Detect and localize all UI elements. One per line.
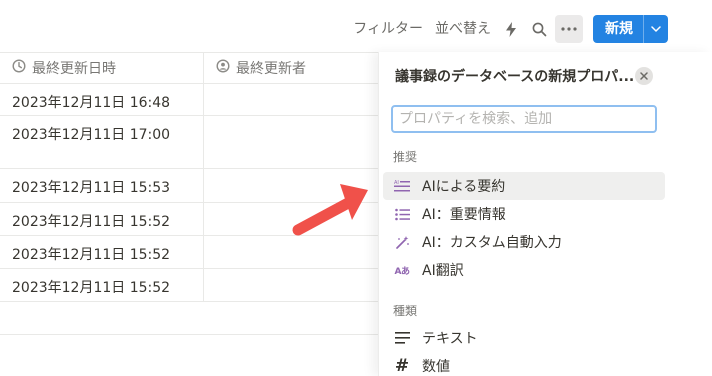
- table-row[interactable]: 2023年12月11日 15:52: [0, 269, 378, 302]
- updated-at-cell[interactable]: 2023年12月11日 15:52: [0, 203, 204, 235]
- text-lines-icon: [393, 329, 411, 347]
- search-icon[interactable]: [525, 14, 553, 44]
- table-row[interactable]: 2023年12月11日 17:00: [0, 116, 378, 169]
- updated-by-cell[interactable]: [204, 236, 378, 268]
- table-row[interactable]: 2023年12月11日 15:52: [0, 236, 378, 269]
- table-footer-divider: [0, 334, 378, 335]
- updated-by-cell[interactable]: [204, 84, 378, 115]
- lightning-icon[interactable]: [497, 14, 525, 44]
- property-option-label: AI翻訳: [422, 263, 464, 279]
- property-option-text[interactable]: テキスト: [383, 324, 665, 352]
- more-icon[interactable]: [555, 15, 583, 43]
- property-option-ai-translate[interactable]: Aあ AI翻訳: [383, 256, 665, 284]
- person-icon: [216, 59, 230, 77]
- ai-translate-icon: Aあ: [394, 266, 410, 277]
- close-icon[interactable]: [635, 67, 653, 85]
- property-option-label: AI：重要情報: [422, 207, 506, 223]
- property-option-label: 数値: [422, 359, 450, 375]
- svg-text:AI: AI: [394, 180, 399, 186]
- chevron-down-icon[interactable]: [644, 15, 668, 43]
- property-option-ai-custom-autofill[interactable]: AI：カスタム自動入力: [383, 228, 665, 256]
- new-property-panel: 議事録のデータベースの新規プロパ... 推奨 AI AIによる要約 AI：重要情…: [378, 52, 712, 376]
- updated-at-cell[interactable]: 2023年12月11日 15:52: [0, 236, 204, 268]
- property-search-input[interactable]: [391, 105, 657, 133]
- updated-by-cell[interactable]: [204, 269, 378, 301]
- clock-icon: [12, 59, 26, 77]
- list-icon: [393, 205, 411, 223]
- database-table: 最終更新日時 最終更新者 2023年12月11日 16:48 2023年12月1…: [0, 52, 378, 302]
- column-header-label: 最終更新者: [236, 61, 306, 77]
- annotation-arrow: [292, 184, 368, 236]
- property-option-label: AI：カスタム自動入力: [422, 235, 562, 251]
- table-row[interactable]: 2023年12月11日 16:48: [0, 84, 378, 116]
- column-header-updated-at[interactable]: 最終更新日時: [0, 53, 204, 83]
- magic-wand-icon: [393, 233, 411, 251]
- updated-at-cell[interactable]: 2023年12月11日 15:53: [0, 169, 204, 202]
- property-option-label: AIによる要約: [422, 179, 506, 195]
- updated-at-cell[interactable]: 2023年12月11日 17:00: [0, 116, 204, 168]
- new-button[interactable]: 新規: [593, 15, 668, 43]
- updated-by-cell[interactable]: [204, 116, 378, 168]
- panel-title: 議事録のデータベースの新規プロパ...: [395, 69, 635, 85]
- view-toolbar: フィルター 並べ替え 新規: [347, 14, 668, 44]
- section-label-types: 種類: [393, 304, 418, 318]
- new-button-label[interactable]: 新規: [593, 15, 644, 43]
- property-option-ai-key-info[interactable]: AI：重要情報: [383, 200, 665, 228]
- sort-button[interactable]: 並べ替え: [429, 14, 497, 44]
- ai-summary-icon: AI: [393, 177, 411, 195]
- table-header: 最終更新日時 最終更新者: [0, 52, 378, 84]
- filter-button[interactable]: フィルター: [347, 14, 429, 44]
- hash-icon: #: [394, 356, 410, 376]
- section-label-recommended: 推奨: [393, 150, 418, 164]
- column-header-updated-by[interactable]: 最終更新者: [204, 53, 378, 83]
- property-option-ai-summary[interactable]: AI AIによる要約: [383, 172, 665, 200]
- property-option-number[interactable]: # 数値: [383, 352, 665, 376]
- column-header-label: 最終更新日時: [32, 61, 116, 77]
- updated-at-cell[interactable]: 2023年12月11日 15:52: [0, 269, 204, 301]
- property-option-label: テキスト: [422, 331, 478, 347]
- updated-at-cell[interactable]: 2023年12月11日 16:48: [0, 84, 204, 115]
